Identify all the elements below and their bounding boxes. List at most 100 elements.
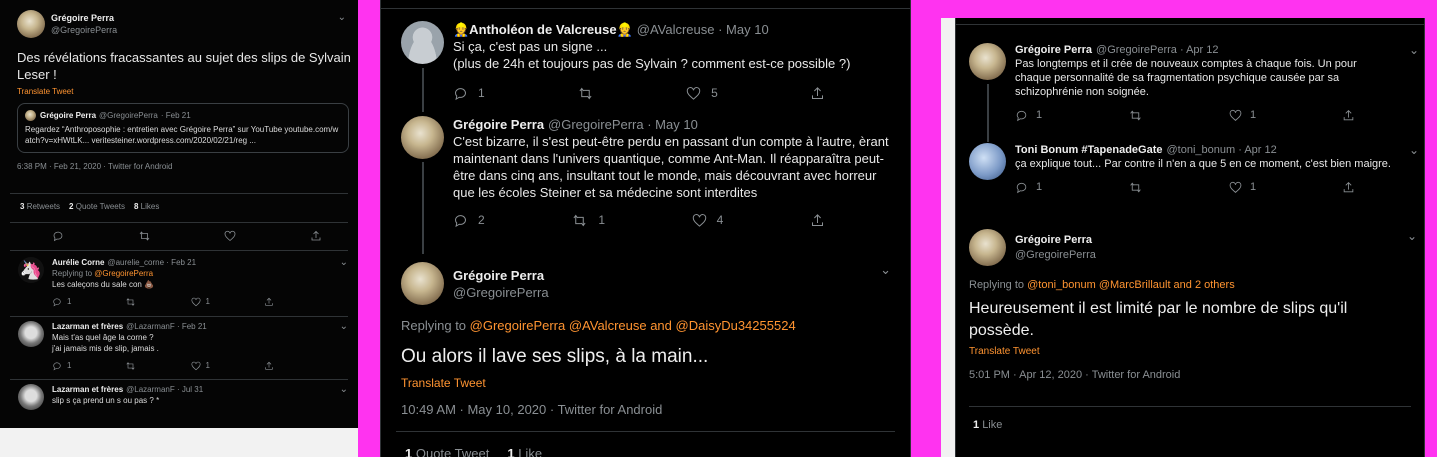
stat-quote-tweets[interactable]: 2 Quote Tweets xyxy=(69,202,125,211)
share-icon[interactable] xyxy=(264,361,274,371)
tweet-text: (plus de 24h et toujours pas de Sylvain … xyxy=(453,56,851,71)
quoted-tweet[interactable]: Grégoire Perra @GregoirePerra · Feb 21 R… xyxy=(17,103,349,153)
share-icon[interactable] xyxy=(810,213,825,228)
author-name[interactable]: Lazarman et frères xyxy=(52,321,123,332)
share-icon[interactable] xyxy=(264,297,274,307)
author-handle[interactable]: @GregoirePerra xyxy=(1015,248,1096,263)
translate-tweet-link[interactable]: Translate Tweet xyxy=(401,376,901,390)
tweet-stats: 3 Retweets 2 Quote Tweets 8 Likes xyxy=(20,202,159,211)
avatar[interactable] xyxy=(401,116,444,159)
retweet-icon[interactable] xyxy=(571,213,588,228)
author-name[interactable]: Toni Bonum #TapenadeGate xyxy=(1015,143,1163,157)
author-handle[interactable]: @toni_bonum · Apr 12 xyxy=(1167,143,1277,157)
author-name[interactable]: Lazarman et frères xyxy=(52,384,123,395)
author-handle[interactable]: @GregoirePerra xyxy=(453,284,549,301)
avatar[interactable] xyxy=(401,262,444,305)
author-name[interactable]: Aurélie Corne xyxy=(52,257,104,268)
chevron-down-icon[interactable]: ⌄ xyxy=(1409,43,1419,57)
chevron-down-icon[interactable]: ⌄ xyxy=(338,12,346,23)
avatar[interactable] xyxy=(969,143,1006,180)
reply-tweet[interactable]: Lazarman et frères @LazarmanF · Feb 21 Ma… xyxy=(18,321,348,371)
main-tweet: Grégoire Perra @GregoirePerra ⌄ Des révé… xyxy=(17,10,352,171)
reply-icon[interactable] xyxy=(1015,109,1028,122)
reply-count: 1 xyxy=(1036,109,1043,121)
author-handle[interactable]: @AValcreuse · May 10 xyxy=(637,21,769,38)
author-name[interactable]: Grégoire Perra xyxy=(1015,233,1096,248)
retweet-icon[interactable] xyxy=(1128,181,1143,194)
share-icon[interactable] xyxy=(1342,109,1355,122)
retweet-icon[interactable] xyxy=(577,86,594,101)
like-icon[interactable] xyxy=(224,230,236,242)
like-count: 5 xyxy=(711,86,718,100)
thread-tweet[interactable]: Grégoire Perra @GregoirePerra · May 10 C'… xyxy=(401,116,901,229)
reply-icon[interactable] xyxy=(453,213,468,228)
author-handle[interactable]: @GregoirePerra · Apr 12 xyxy=(1096,43,1218,57)
author-name[interactable]: Grégoire Perra xyxy=(51,12,117,24)
like-icon[interactable] xyxy=(1229,181,1242,194)
tweet-text: Des révélations fracassantes au sujet de… xyxy=(17,50,351,82)
author-name[interactable]: Grégoire Perra xyxy=(453,116,544,133)
translate-tweet-link[interactable]: Translate Tweet xyxy=(969,346,1419,357)
stat-likes[interactable]: 1 Like xyxy=(973,419,1002,431)
retweet-icon[interactable] xyxy=(125,361,136,371)
stat-likes[interactable]: 1 Like xyxy=(507,446,542,457)
like-icon[interactable] xyxy=(1229,109,1242,122)
reply-icon[interactable] xyxy=(52,297,62,307)
share-icon[interactable] xyxy=(310,230,322,242)
chevron-down-icon[interactable]: ⌄ xyxy=(1409,143,1419,157)
avatar[interactable] xyxy=(401,21,444,64)
main-tweet: Grégoire Perra @GregoirePerra ⌄ Replying… xyxy=(401,262,901,417)
avatar[interactable] xyxy=(18,384,44,410)
translate-tweet-link[interactable]: Translate Tweet xyxy=(17,87,352,96)
thread-tweet[interactable]: Toni Bonum #TapenadeGate @toni_bonum · Ap… xyxy=(969,143,1419,194)
reply-count: 2 xyxy=(478,213,485,227)
chevron-down-icon[interactable]: ⌄ xyxy=(1407,229,1417,243)
like-icon[interactable] xyxy=(191,297,201,307)
quoted-author: Grégoire Perra xyxy=(40,111,97,120)
author-handle[interactable]: @GregoirePerra · May 10 xyxy=(548,116,698,133)
share-icon[interactable] xyxy=(1342,181,1355,194)
reply-tweet[interactable]: 🦄 Aurélie Corne @aurelie_corne · Feb 21 R… xyxy=(18,257,348,307)
tweet-text: Pas longtemps et il crée de nouveaux com… xyxy=(1015,58,1357,98)
author-handle[interactable]: @LazarmanF · Feb 21 xyxy=(126,321,207,332)
retweet-icon[interactable] xyxy=(125,297,136,307)
author-handle[interactable]: @LazarmanF · Jul 31 xyxy=(126,384,203,395)
like-count: 1 xyxy=(1249,181,1257,193)
share-icon[interactable] xyxy=(810,86,825,101)
author-name[interactable]: 👷Antholéon de Valcreuse👷 xyxy=(453,21,633,38)
stat-likes[interactable]: 8 Likes xyxy=(134,202,159,211)
author-name[interactable]: Grégoire Perra xyxy=(453,267,549,284)
tweet-timestamp: 5:01 PM · Apr 12, 2020 · Twitter for And… xyxy=(969,369,1181,381)
author-handle[interactable]: @GregoirePerra xyxy=(51,24,117,36)
avatar[interactable] xyxy=(18,321,44,347)
chevron-down-icon[interactable]: ⌄ xyxy=(880,262,891,278)
author-name[interactable]: Grégoire Perra xyxy=(1015,43,1092,57)
reply-icon[interactable] xyxy=(52,361,62,371)
retweet-icon[interactable] xyxy=(1128,109,1143,122)
avatar[interactable] xyxy=(969,43,1006,80)
thread-tweet[interactable]: Grégoire Perra @GregoirePerra · Apr 12 Pa… xyxy=(969,43,1419,122)
like-icon[interactable] xyxy=(191,361,201,371)
chevron-down-icon[interactable]: ⌄ xyxy=(340,257,348,268)
reply-icon[interactable] xyxy=(453,86,468,101)
like-icon[interactable] xyxy=(686,86,701,101)
replying-mentions[interactable]: @GregoirePerra @AValcreuse and @DaisyDu3… xyxy=(470,318,796,333)
chevron-down-icon[interactable]: ⌄ xyxy=(340,384,348,395)
chevron-down-icon[interactable]: ⌄ xyxy=(340,321,348,332)
like-icon[interactable] xyxy=(692,213,707,228)
avatar[interactable] xyxy=(969,229,1006,266)
reply-text: Mais t'as quel âge la corne ? xyxy=(52,333,154,342)
reply-icon[interactable] xyxy=(1015,181,1028,194)
replying-mention[interactable]: @GregoirePerra xyxy=(94,269,153,278)
avatar[interactable] xyxy=(17,10,45,38)
tweet-actions xyxy=(52,230,322,242)
author-handle[interactable]: @aurelie_corne · Feb 21 xyxy=(107,257,196,268)
replying-mentions[interactable]: @toni_bonum @MarcBrillault and 2 others xyxy=(1027,279,1235,291)
reply-icon[interactable] xyxy=(52,230,64,242)
stat-retweets[interactable]: 3 Retweets xyxy=(20,202,60,211)
stat-quote-tweets[interactable]: 1 Quote Tweet xyxy=(405,446,489,457)
reply-tweet[interactable]: Lazarman et frères @LazarmanF · Jul 31 sl… xyxy=(18,384,348,410)
avatar[interactable]: 🦄 xyxy=(18,257,44,283)
retweet-icon[interactable] xyxy=(138,230,151,242)
thread-tweet[interactable]: 👷Antholéon de Valcreuse👷 @AValcreuse · Ma… xyxy=(401,21,901,102)
